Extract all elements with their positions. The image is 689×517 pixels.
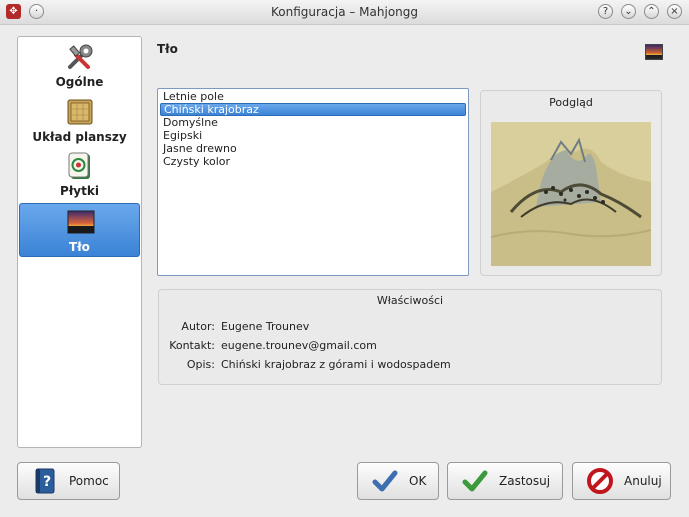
ok-button-label: OK <box>409 474 427 488</box>
mahjong-tile-icon <box>68 152 90 179</box>
board-tile-icon <box>67 99 93 125</box>
sidebar-item-board-layout[interactable]: Układ planszy <box>19 94 140 148</box>
ok-button[interactable]: OK <box>357 462 439 500</box>
properties-header: Właściwości <box>376 294 444 307</box>
list-item[interactable]: Letnie pole <box>160 90 466 103</box>
category-sidebar: Ogólne Układ planszy Płytki Tło <box>17 36 142 448</box>
cancel-button[interactable]: Anuluj <box>572 462 671 500</box>
svg-text:?: ? <box>43 474 51 490</box>
preview-group: Podgląd <box>480 90 662 276</box>
help-button-label: Pomoc <box>69 474 109 488</box>
sidebar-item-general[interactable]: Ogólne <box>19 39 140 93</box>
preview-label: Podgląd <box>549 96 593 109</box>
author-row: Autor: Eugene Trounev <box>159 320 663 334</box>
minimize-button[interactable]: ⌄ <box>621 4 636 19</box>
help-button[interactable]: ? Pomoc <box>17 462 120 500</box>
apply-button-label: Zastosuj <box>499 474 551 488</box>
close-button[interactable]: × <box>667 4 682 19</box>
page-title: Tło <box>157 42 178 56</box>
sidebar-item-label: Ogólne <box>55 75 104 89</box>
description-value: Chiński krajobraz z górami i wodospadem <box>221 358 451 371</box>
list-item[interactable]: Czysty kolor <box>160 155 466 168</box>
contact-row: Kontakt: eugene.trounev@gmail.com <box>159 339 663 353</box>
sidebar-item-label: Układ planszy <box>32 130 127 144</box>
help-book-icon: ? <box>35 468 55 494</box>
background-list[interactable]: Letnie pole Chiński krajobraz Domyślne E… <box>157 88 469 276</box>
cancel-icon <box>587 468 613 494</box>
background-landscape-icon <box>645 44 663 60</box>
description-label: Opis: <box>186 358 215 371</box>
list-item[interactable]: Domyślne <box>160 116 466 129</box>
author-label: Autor: <box>181 320 215 333</box>
contact-label: Kontakt: <box>169 339 215 352</box>
sidebar-item-label: Płytki <box>60 184 99 198</box>
checkmark-icon <box>372 470 398 492</box>
list-item[interactable]: Egipski <box>160 129 466 142</box>
sidebar-item-background[interactable]: Tło <box>19 203 140 257</box>
tools-icon <box>68 44 93 69</box>
list-item[interactable]: Jasne drewno <box>160 142 466 155</box>
apply-checkmark-icon <box>462 470 488 492</box>
preview-image <box>491 122 651 266</box>
properties-group: Właściwości Autor: Eugene Trounev Kontak… <box>158 289 662 385</box>
maximize-button[interactable]: ⌃ <box>644 4 659 19</box>
contact-value: eugene.trounev@gmail.com <box>221 339 377 352</box>
help-context-button[interactable]: ? <box>598 4 613 19</box>
list-item-selected[interactable]: Chiński krajobraz <box>160 103 466 116</box>
title-bar: ✥ · Konfiguracja – Mahjongg ? ⌄ ⌃ × <box>0 0 689 25</box>
description-row: Opis: Chiński krajobraz z górami i wodos… <box>159 358 663 372</box>
cancel-button-label: Anuluj <box>624 474 662 488</box>
window-title: Konfiguracja – Mahjongg <box>270 5 419 19</box>
background-landscape-icon <box>67 210 95 234</box>
sidebar-item-label: Tło <box>69 240 90 254</box>
author-value: Eugene Trounev <box>221 320 310 333</box>
sidebar-item-tiles[interactable]: Płytki <box>19 148 140 202</box>
apply-button[interactable]: Zastosuj <box>447 462 563 500</box>
